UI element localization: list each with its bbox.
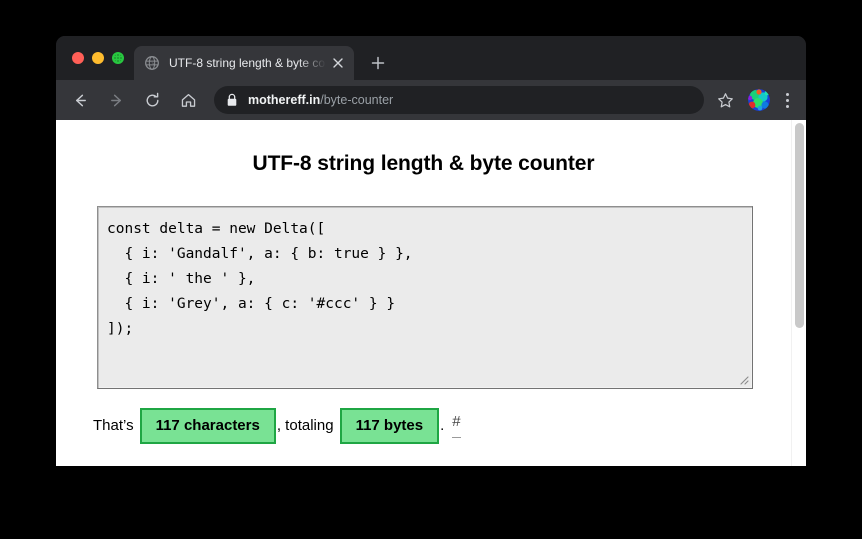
close-window-button[interactable]	[72, 52, 84, 64]
back-button[interactable]	[66, 86, 94, 114]
result-middle: , totaling	[276, 417, 334, 434]
byte-count-badge: 117 bytes	[339, 408, 440, 444]
browser-toolbar: mothereff.in/byte-counter	[56, 80, 806, 120]
browser-menu-icon[interactable]	[778, 87, 796, 113]
tab-strip: UTF-8 string length & byte cou	[56, 36, 806, 80]
page-content: UTF-8 string length & byte counter That’…	[56, 120, 791, 466]
character-count-badge: 117 characters	[139, 408, 276, 444]
permalink-link[interactable]: #	[452, 414, 461, 438]
address-bar[interactable]: mothereff.in/byte-counter	[214, 86, 704, 114]
url-text: mothereff.in/byte-counter	[248, 93, 393, 107]
tab-title: UTF-8 string length & byte cou	[169, 56, 326, 70]
home-button[interactable]	[174, 86, 202, 114]
menu-dot	[785, 104, 789, 108]
browser-tab-active[interactable]: UTF-8 string length & byte cou	[134, 46, 354, 80]
lock-icon	[226, 93, 238, 107]
forward-button[interactable]	[102, 86, 130, 114]
url-host: mothereff.in	[248, 93, 321, 107]
globe-favicon-icon	[144, 55, 160, 71]
close-tab-button[interactable]	[330, 55, 346, 71]
screenshot-root: UTF-8 string length & byte cou mothereff…	[0, 0, 862, 539]
menu-dot	[785, 92, 789, 96]
page-scrollbar[interactable]	[791, 120, 806, 466]
zoom-window-button[interactable]	[112, 52, 124, 64]
profile-avatar[interactable]	[748, 89, 770, 111]
scrollbar-thumb[interactable]	[795, 123, 804, 328]
result-line: That’s 117 characters , totaling 117 byt…	[93, 408, 461, 444]
window-controls	[66, 36, 134, 80]
byte-counter-input[interactable]	[97, 206, 753, 389]
minimize-window-button[interactable]	[92, 52, 104, 64]
browser-window: UTF-8 string length & byte cou mothereff…	[56, 36, 806, 466]
url-path: /byte-counter	[320, 93, 394, 107]
result-suffix: .	[440, 417, 445, 434]
bookmark-star-icon[interactable]	[712, 87, 738, 113]
reload-button[interactable]	[138, 86, 166, 114]
menu-dot	[785, 98, 789, 102]
page-viewport: UTF-8 string length & byte counter That’…	[56, 120, 806, 466]
new-tab-button[interactable]	[364, 49, 392, 77]
result-prefix: That’s	[93, 417, 134, 434]
page-title: UTF-8 string length & byte counter	[252, 152, 595, 175]
